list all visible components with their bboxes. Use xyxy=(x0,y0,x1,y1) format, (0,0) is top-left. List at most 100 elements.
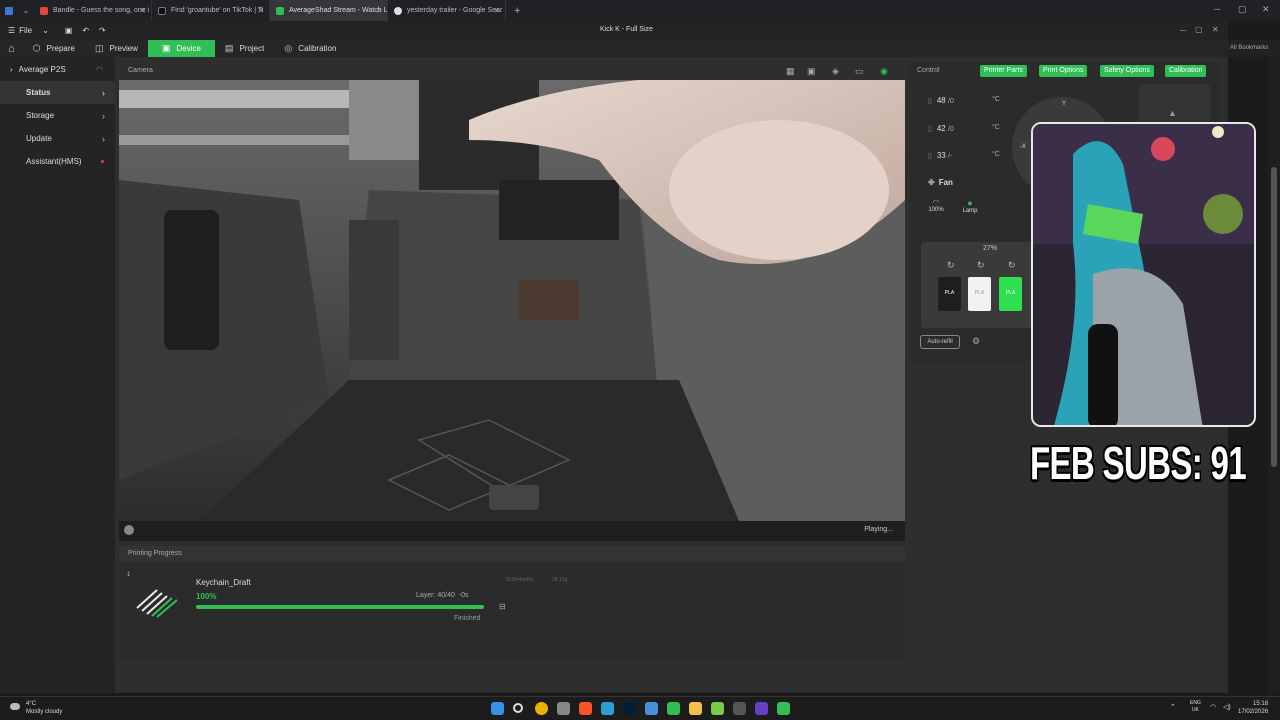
chamber-temp[interactable]: ▯ 33 /- °C xyxy=(928,151,1000,160)
maximize-app-icon[interactable]: ▢ xyxy=(1195,25,1203,34)
file-explorer-icon[interactable] xyxy=(689,702,702,715)
clock[interactable]: 15:18 17/02/2026 xyxy=(1238,700,1268,716)
close-tab-icon[interactable]: ✕ xyxy=(257,6,264,15)
new-tab-button[interactable]: + xyxy=(514,5,520,17)
timelapse-icon[interactable]: ◈ xyxy=(832,66,839,77)
printer-selector[interactable]: › Average P2S ◠ xyxy=(0,57,115,81)
camera-gear-icon[interactable] xyxy=(124,525,134,535)
undo-icon[interactable]: ↶ xyxy=(82,26,89,35)
close-tab-icon[interactable]: ✕ xyxy=(493,6,500,15)
app-title-bar: ☰ File ⌄ ▣ ↶ ↷ Kick K - Full Size ─ ▢ ✕ xyxy=(0,21,1228,40)
all-bookmarks-button[interactable]: All Bookmarks xyxy=(1228,40,1280,57)
bed-temp[interactable]: ▯ 42 /0 °C xyxy=(928,124,1000,133)
wifi-tray-icon[interactable]: ◠ xyxy=(1210,703,1216,711)
close-tab-icon[interactable]: ✕ xyxy=(375,6,382,15)
ams-settings-icon[interactable]: ⚙ xyxy=(972,336,980,347)
live-status-icon[interactable]: ◉ xyxy=(880,66,888,77)
browser-tab-kick[interactable]: AverageShad Stream - Watch L ✕ xyxy=(270,0,388,21)
xbox-icon[interactable] xyxy=(667,702,680,715)
refresh-slot-icon[interactable]: ↻ xyxy=(947,260,955,271)
sidebar-item-update[interactable]: Update › xyxy=(0,127,115,150)
file-menu[interactable]: File xyxy=(19,26,32,35)
tab-list-dropdown-icon[interactable]: ⌄ xyxy=(18,0,34,21)
chrome-icon[interactable] xyxy=(535,702,548,715)
alert-dot-icon xyxy=(101,160,104,163)
sidebar-item-status[interactable]: Status › xyxy=(0,81,115,104)
sidebar-item-label: Storage xyxy=(26,111,55,120)
webcam-image xyxy=(1033,124,1254,425)
close-tab-icon[interactable]: ✕ xyxy=(139,6,146,15)
scrollbar-thumb[interactable] xyxy=(1271,167,1277,467)
app-icon[interactable] xyxy=(557,702,570,715)
bed-icon: ▯ xyxy=(928,126,932,133)
sidebar-item-storage[interactable]: Storage › xyxy=(0,104,115,127)
slot-label: PLA xyxy=(974,290,985,296)
fan-speed-control[interactable]: ◠ 100% xyxy=(921,198,951,213)
sidebar-item-assistant-hms[interactable]: Assistant(HMS) xyxy=(0,150,115,173)
browser-tab-bandle[interactable]: Bandle - Guess the song, one i ✕ xyxy=(34,0,152,21)
safety-options-button[interactable]: Safety Options xyxy=(1100,65,1154,77)
clear-job-icon[interactable]: ⊟ xyxy=(499,602,506,611)
nozzle-temp[interactable]: ▯ 48 /0 °C xyxy=(928,96,1000,105)
video-icon[interactable]: ▭ xyxy=(855,66,864,77)
maximize-browser-icon[interactable]: ▢ xyxy=(1238,4,1247,15)
filament-slot-2[interactable]: PLA xyxy=(968,277,991,311)
slot-label: PLA xyxy=(944,290,955,296)
close-browser-icon[interactable]: ✕ xyxy=(1262,4,1270,15)
auto-refill-button[interactable]: Auto-refill xyxy=(920,335,960,349)
hamburger-menu-icon[interactable]: ☰ xyxy=(8,26,15,35)
redo-icon[interactable]: ↷ xyxy=(99,26,106,35)
job-name: Keychain_Draft xyxy=(196,578,251,587)
system-tray[interactable]: ⌃ xyxy=(1170,703,1176,711)
record-icon[interactable]: ▣ xyxy=(807,66,816,77)
print-weight: 28.17g xyxy=(552,577,568,583)
chevron-right-icon: › xyxy=(102,87,105,98)
search-icon[interactable] xyxy=(513,703,523,713)
photoshop-icon[interactable] xyxy=(623,702,636,715)
telegram-icon[interactable] xyxy=(601,702,614,715)
refresh-slot-icon[interactable]: ↻ xyxy=(977,260,985,271)
minimize-app-icon[interactable]: ─ xyxy=(1180,26,1186,35)
nav-device[interactable]: ▣ Device xyxy=(147,40,215,57)
volume-icon[interactable]: ◁) xyxy=(1223,703,1231,711)
app-icon[interactable] xyxy=(645,702,658,715)
browser-menu-icon[interactable] xyxy=(0,0,18,21)
nav-prepare[interactable]: ⬡ Prepare xyxy=(23,40,85,57)
camera-header: Camera ▦ ▣ ◈ ▭ ◉ xyxy=(119,62,905,80)
save-icon[interactable]: ▣ xyxy=(65,26,73,35)
nav-calibration[interactable]: ◎ Calibration xyxy=(274,40,346,57)
app-icon[interactable] xyxy=(755,702,768,715)
nav-preview[interactable]: ◫ Preview xyxy=(85,40,148,57)
lamp-toggle[interactable]: ● Lamp xyxy=(955,198,985,214)
control-header: Control Printer Parts Print Options Safe… xyxy=(910,62,1220,80)
time-remaining: -0s xyxy=(458,592,469,599)
z-up-icon[interactable]: ▲ xyxy=(1168,108,1177,118)
start-icon[interactable] xyxy=(491,702,504,715)
browser-tab-tiktok[interactable]: Find 'groantube' on TikTok | Ti ✕ xyxy=(152,0,270,21)
app-icon[interactable] xyxy=(733,702,746,715)
close-app-icon[interactable]: ✕ xyxy=(1212,25,1219,34)
app-icon[interactable] xyxy=(711,702,724,715)
minimize-browser-icon[interactable]: ─ xyxy=(1214,4,1220,14)
nozzle-icon: ▯ xyxy=(928,98,932,105)
camera-settings-icon[interactable]: ▦ xyxy=(786,66,795,77)
lang-region: UK xyxy=(1191,707,1199,713)
calibration-button[interactable]: Calibration xyxy=(1165,65,1207,77)
filament-slot-3[interactable]: PLA xyxy=(999,277,1022,311)
brave-icon[interactable] xyxy=(579,702,592,715)
filament-slot-1[interactable]: PLA xyxy=(938,277,961,311)
nav-project[interactable]: ▤ Project xyxy=(215,40,274,57)
fan-section[interactable]: ✤ Fan xyxy=(928,178,953,187)
home-icon[interactable]: ⌂ xyxy=(0,40,23,57)
weather-desc: Mostly cloudy xyxy=(26,709,63,715)
printer-parts-button[interactable]: Printer Parts xyxy=(980,65,1027,77)
browser-tab-google[interactable]: yesterday trailer - Google Sear ✕ xyxy=(388,0,506,21)
print-options-button[interactable]: Print Options xyxy=(1039,65,1088,77)
refresh-slot-icon[interactable]: ↻ xyxy=(1008,260,1016,271)
weather-widget[interactable]: 4°C Mostly cloudy xyxy=(10,700,62,716)
gauge-icon: ◠ xyxy=(932,198,940,207)
language-indicator[interactable]: ENG UK xyxy=(1190,700,1201,714)
page-scrollbar[interactable] xyxy=(1268,57,1280,693)
bambu-studio-icon[interactable] xyxy=(777,702,790,715)
file-dropdown-icon[interactable]: ⌄ xyxy=(42,26,49,35)
